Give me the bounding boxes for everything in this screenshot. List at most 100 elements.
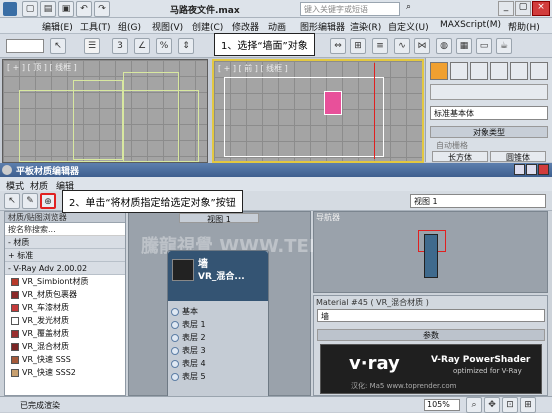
menu-customize[interactable]: 自定义(U) (388, 20, 429, 33)
node-slot[interactable]: 基本 (168, 305, 268, 318)
save-icon[interactable]: ▣ (58, 1, 74, 17)
create-tab-icon[interactable] (430, 62, 448, 80)
open-file-icon[interactable]: ▤ (40, 1, 56, 17)
material-editor-icon (2, 165, 12, 175)
redo-icon[interactable]: ↷ (94, 1, 110, 17)
box-button[interactable]: 长方体 (432, 151, 488, 162)
slot-socket-icon[interactable] (171, 307, 179, 316)
material-node-wall[interactable]: 墙 VR_混合... 基本 表层 1 表层 2 表层 3 表层 4 表层 5 (167, 250, 269, 400)
editor-close-button[interactable] (538, 164, 549, 175)
render-production-icon[interactable]: ☕ (496, 38, 512, 54)
pick-material-icon[interactable]: ✎ (22, 193, 38, 209)
schematic-view-icon[interactable]: ⋈ (414, 38, 430, 54)
render-setup-icon[interactable]: ▦ (456, 38, 472, 54)
menu-create[interactable]: 创建(C) (192, 20, 223, 33)
menu-edit[interactable]: 编辑(E) (42, 20, 73, 33)
editor-minimize-button[interactable] (514, 164, 525, 175)
material-list-item[interactable]: VR_快速 SSS (5, 353, 125, 366)
material-list-item[interactable]: VR_覆盖材质 (5, 327, 125, 340)
selected-wall-object[interactable] (324, 91, 342, 115)
material-swatch-icon (11, 329, 19, 338)
menu-animation[interactable]: 动画 (268, 20, 286, 33)
vray-banner: v·ray V-Ray PowerShader optimized for V-… (320, 344, 542, 394)
percent-snap-icon[interactable]: % (156, 38, 172, 54)
browser-search-input[interactable]: 按名称搜索... (5, 223, 125, 236)
object-category-icons[interactable] (430, 84, 548, 100)
menu-group[interactable]: 组(G) (118, 20, 141, 33)
slot-socket-icon[interactable] (171, 320, 179, 329)
hierarchy-tab-icon[interactable] (470, 62, 488, 80)
viewport-front[interactable]: [ + ] [ 前 ] [ 线框 ] (212, 59, 424, 163)
menu-maxscript[interactable]: MAXScript(M) (440, 20, 501, 30)
search-input[interactable]: 键入关键字或短语 (300, 2, 400, 16)
slot-socket-icon[interactable] (171, 372, 179, 381)
node-slot[interactable]: 表层 2 (168, 331, 268, 344)
autogrid-checkbox[interactable]: 自动栅格 (436, 140, 468, 151)
category-standard[interactable]: + 标准 (5, 249, 125, 262)
view-dropdown[interactable]: 视图 1 (410, 194, 546, 208)
menu-view[interactable]: 视图(V) (152, 20, 183, 33)
minimize-button[interactable]: _ (498, 1, 514, 16)
menu-help[interactable]: 帮助(H) (508, 20, 540, 33)
material-list-item[interactable]: VR_车漆材质 (5, 301, 125, 314)
menu-tools[interactable]: 工具(T) (80, 20, 111, 33)
pan-icon[interactable]: ✥ (484, 397, 500, 413)
assign-material-icon[interactable]: ⊕ (40, 193, 56, 209)
layer-manager-icon[interactable]: ≡ (372, 38, 388, 54)
node-slot[interactable]: 表层 3 (168, 344, 268, 357)
view-tab[interactable]: 视图 1 (179, 213, 259, 224)
align-icon[interactable]: ⊞ (350, 38, 366, 54)
maximize-button[interactable]: ▢ (515, 1, 531, 16)
material-list-item[interactable]: VR_混合材质 (5, 340, 125, 353)
material-list-item[interactable]: VR_材质包裹器 (5, 288, 125, 301)
modify-tab-icon[interactable] (450, 62, 468, 80)
viewport-top[interactable]: [ + ] [ 顶 ] [ 线框 ] (2, 59, 208, 163)
object-type-dropdown[interactable]: 标准基本体 (430, 106, 548, 120)
node-header[interactable]: 墙 VR_混合... (168, 251, 268, 301)
menu-modifiers[interactable]: 修改器 (232, 20, 259, 33)
rendered-frame-icon[interactable]: ▭ (476, 38, 492, 54)
node-slot[interactable]: 表层 5 (168, 370, 268, 383)
material-editor-icon[interactable]: ◍ (436, 38, 452, 54)
category-materials[interactable]: - 材质 (5, 236, 125, 249)
select-object-icon[interactable]: ↖ (50, 38, 66, 54)
select-by-name-icon[interactable]: ☰ (84, 38, 100, 54)
motion-tab-icon[interactable] (490, 62, 508, 80)
utilities-tab-icon[interactable] (530, 62, 548, 80)
undo-icon[interactable]: ↶ (76, 1, 92, 17)
new-file-icon[interactable]: ▢ (22, 1, 38, 17)
slot-socket-icon[interactable] (171, 359, 179, 368)
angle-snap-icon[interactable]: ∠ (134, 38, 150, 54)
curve-editor-icon[interactable]: ∿ (394, 38, 410, 54)
param-rollout[interactable]: 参数 (317, 329, 545, 341)
viewport-label[interactable]: [ + ] [ 顶 ] [ 线框 ] (7, 62, 77, 73)
node-slot[interactable]: 表层 4 (168, 357, 268, 370)
close-button[interactable]: × (532, 1, 550, 16)
mirror-icon[interactable]: ⇔ (330, 38, 346, 54)
select-tool-icon[interactable]: ↖ (4, 193, 20, 209)
category-vray[interactable]: - V-Ray Adv 2.00.02 (5, 262, 125, 275)
slot-socket-icon[interactable] (171, 333, 179, 342)
snap-toggle-icon[interactable]: 3 (112, 38, 128, 54)
zoom-icon[interactable]: ⌕ (466, 397, 482, 413)
zoom-dropdown[interactable]: 105% (424, 399, 460, 411)
cone-button[interactable]: 圆锥体 (490, 151, 546, 162)
display-tab-icon[interactable] (510, 62, 528, 80)
material-list-item[interactable]: VR_快速 SSS2 (5, 366, 125, 379)
material-list-item[interactable]: VR_Simbiont材质 (5, 275, 125, 288)
menu-graph-editors[interactable]: 图形编辑器 (300, 20, 345, 33)
menu-rendering[interactable]: 渲染(R) (350, 20, 381, 33)
binoculars-icon[interactable]: ⌕ (406, 2, 418, 14)
material-name-input[interactable]: 墙 (317, 309, 545, 322)
app-logo-icon[interactable] (3, 2, 17, 16)
zoom-region-icon[interactable]: ⊞ (520, 397, 536, 413)
slot-socket-icon[interactable] (171, 346, 179, 355)
zoom-extents-icon[interactable]: ⊡ (502, 397, 518, 413)
node-slot[interactable]: 表层 1 (168, 318, 268, 331)
editor-maximize-button[interactable] (526, 164, 537, 175)
material-list-item[interactable]: VR_发光材质 (5, 314, 125, 327)
selection-filter-dropdown[interactable] (6, 39, 44, 53)
object-type-rollout[interactable]: 对象类型 (430, 126, 548, 138)
viewport-label[interactable]: [ + ] [ 前 ] [ 线框 ] (218, 63, 288, 74)
spinner-snap-icon[interactable]: ⇕ (178, 38, 194, 54)
